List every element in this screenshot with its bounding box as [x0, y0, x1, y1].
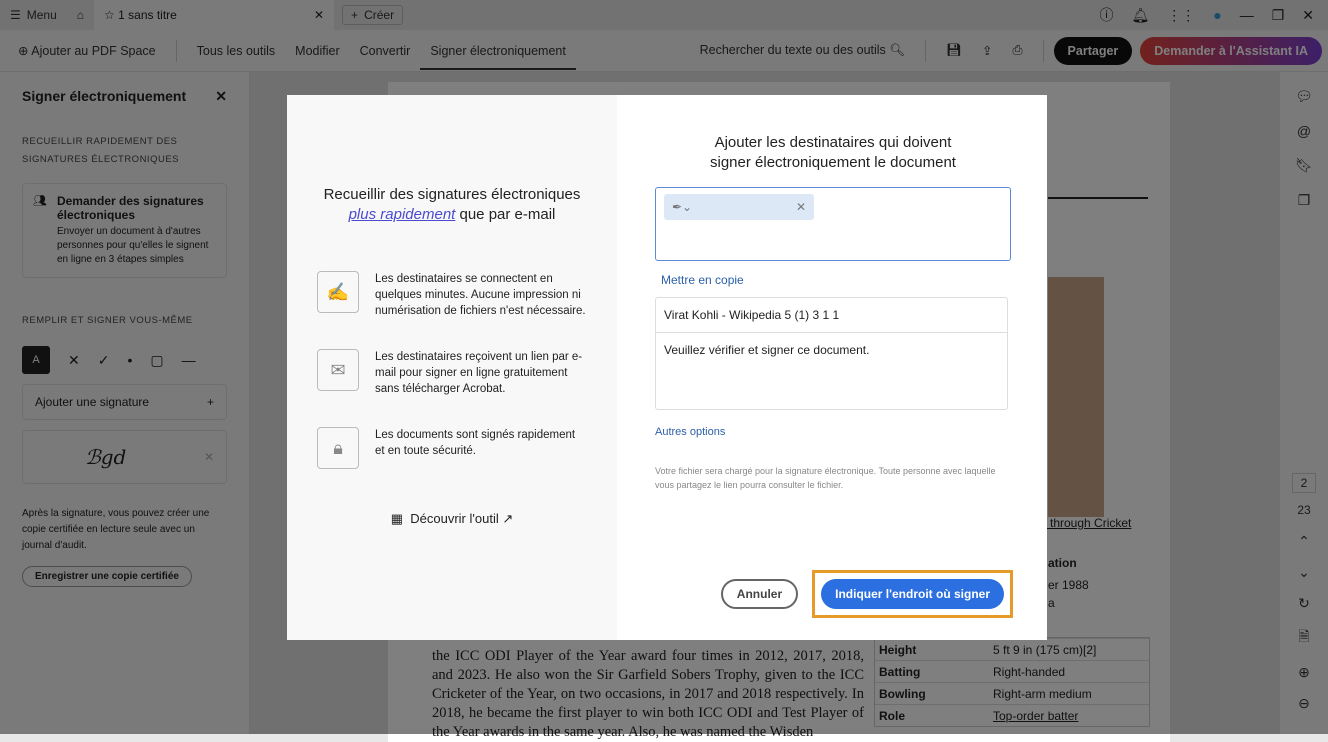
secure-document-icon: 🔒︎: [317, 427, 359, 469]
email-sign-icon: ✉: [317, 349, 359, 391]
info-title: Recueillir des signatures électroniques p…: [323, 186, 581, 223]
remove-recipient-icon[interactable]: ✕: [796, 200, 806, 214]
signer-role-icon[interactable]: ✒⌄: [672, 200, 692, 214]
highlight-frame: Indiquer l'endroit où signer: [812, 570, 1013, 618]
video-icon: ▦: [390, 511, 404, 526]
feature-item: 🔒︎ Les documents sont signés rapidement e…: [317, 427, 587, 469]
faster-link[interactable]: plus rapidement: [349, 206, 456, 223]
upload-note: Votre fichier sera chargé pour la signat…: [655, 466, 996, 490]
discover-tool-link[interactable]: ▦ Découvrir l'outil ↗: [317, 511, 587, 527]
dialog-form-pane: Ajouter les destinataires qui doivent si…: [617, 95, 1047, 640]
request-signatures-dialog: Recueillir des signatures électroniques p…: [287, 95, 1047, 640]
cancel-button[interactable]: Annuler: [720, 579, 799, 609]
subject-input[interactable]: Virat Kohli - Wikipedia 5 (1) 3 1 1: [656, 298, 1007, 333]
message-fields: Virat Kohli - Wikipedia 5 (1) 3 1 1 Veui…: [655, 297, 1008, 410]
feature-item: ✍ Les destinataires se connectent en quel…: [317, 271, 587, 319]
cc-link[interactable]: Mettre en copie: [661, 273, 1011, 287]
indicate-where-to-sign-button[interactable]: Indiquer l'endroit où signer: [821, 579, 1004, 609]
more-options-link[interactable]: Autres options: [655, 426, 1011, 438]
dialog-title: Ajouter les destinataires qui doivent si…: [710, 134, 956, 171]
external-link-icon: ↗: [502, 511, 514, 526]
feature-item: ✉ Les destinataires reçoivent un lien par…: [317, 349, 587, 397]
dialog-info-pane: Recueillir des signatures électroniques p…: [287, 95, 617, 640]
recipient-chip[interactable]: ✒⌄ ✕: [664, 194, 814, 220]
recipients-input[interactable]: ✒⌄ ✕: [655, 187, 1011, 261]
message-input[interactable]: Veuillez vérifier et signer ce document.: [656, 333, 1007, 409]
document-sign-icon: ✍: [317, 271, 359, 313]
